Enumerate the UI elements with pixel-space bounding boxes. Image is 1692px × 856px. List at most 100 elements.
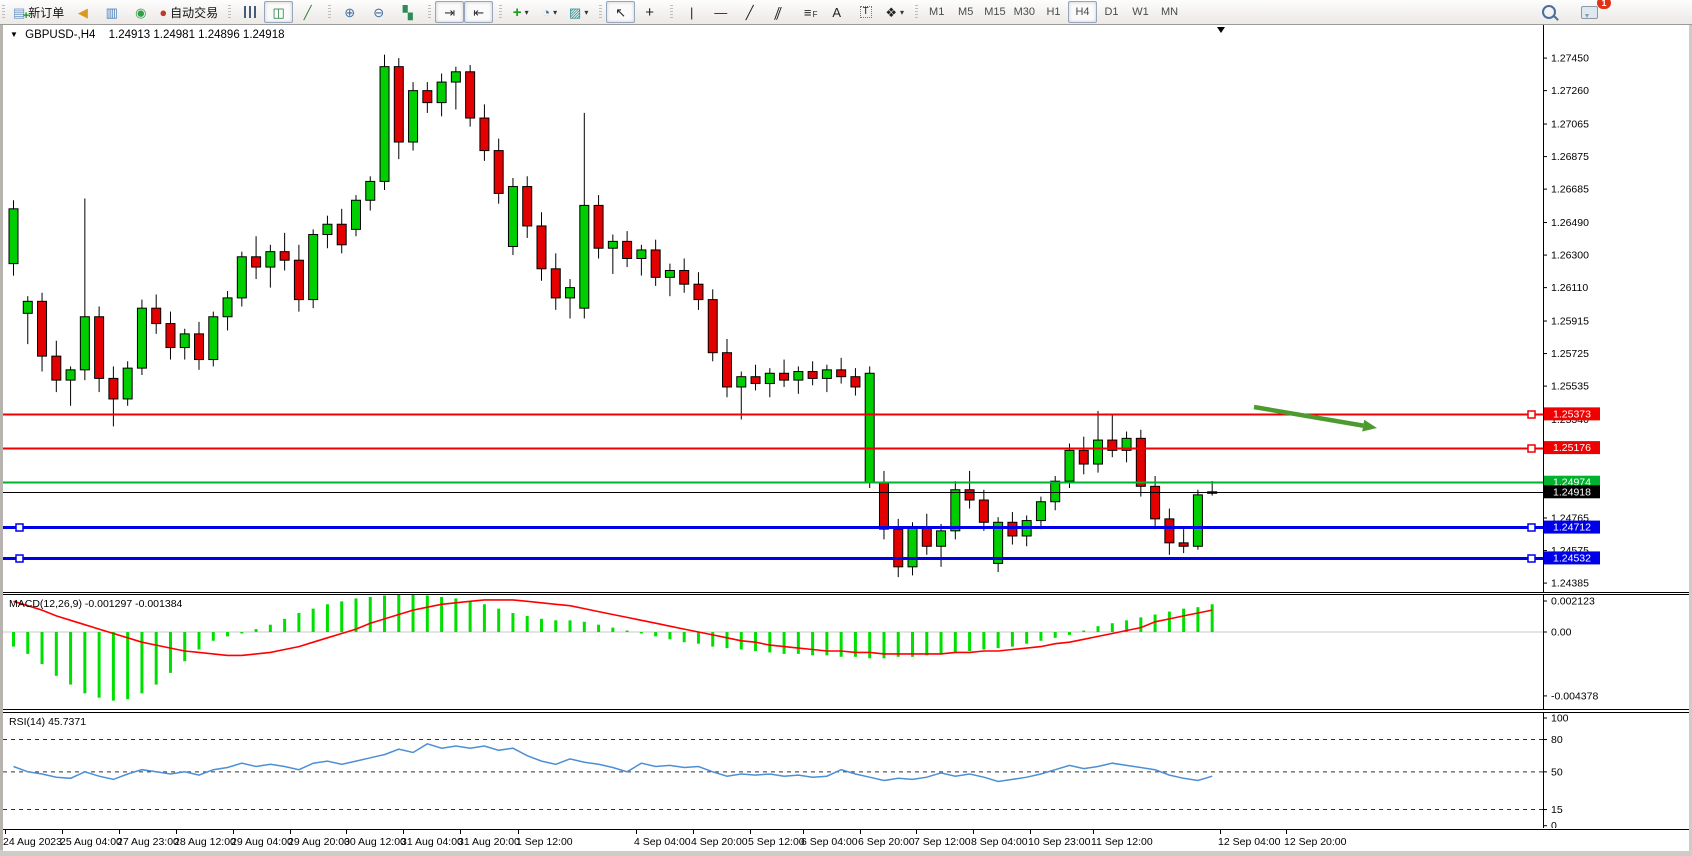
auto-trading-button[interactable]: ●自动交易	[155, 1, 222, 23]
text-label-button[interactable]: T	[851, 1, 880, 23]
periods-button[interactable]: ◔▾	[535, 1, 564, 23]
signal-icon: ◉	[135, 6, 146, 19]
text-button[interactable]: A	[822, 1, 851, 23]
price-axis: 1.274501.272601.270651.268751.266851.264…	[1543, 25, 1589, 592]
time-tick	[403, 830, 404, 834]
svg-text:1.24385: 1.24385	[1551, 578, 1589, 590]
new-order-button[interactable]: ▤新订单	[9, 1, 68, 23]
rsi-axis: 1008050150	[1543, 713, 1569, 828]
time-label: 29 Aug 04:00	[231, 836, 293, 848]
svg-text:0.00: 0.00	[1551, 627, 1572, 639]
channel-button[interactable]: ∥	[764, 1, 793, 23]
timeframe-d1-button[interactable]: D1	[1097, 1, 1126, 23]
svg-text:1.24532: 1.24532	[1553, 552, 1591, 564]
insert-group: +▾◔▾▨▾	[497, 0, 597, 24]
auto-scroll-button[interactable]: ⇥	[435, 1, 464, 23]
bar-chart-button[interactable]	[235, 1, 264, 23]
crosshair-button[interactable]: +	[635, 1, 664, 23]
chevron-down-icon[interactable]: ▾	[525, 8, 529, 17]
support-line-blue-1-handle[interactable]	[1528, 524, 1535, 531]
horizontal-lines-layer	[3, 411, 1543, 562]
time-axis[interactable]: 24 Aug 202325 Aug 04:0027 Aug 23:0028 Au…	[3, 829, 1689, 851]
vertical-line-button[interactable]: |	[677, 1, 706, 23]
macd-label: MACD(12,26,9) -0.001297 -0.001384	[9, 598, 182, 610]
chart-shift-marker-icon[interactable]	[1217, 27, 1225, 33]
timeframe-m1-button[interactable]: M1	[922, 1, 951, 23]
timeframe-h4-button[interactable]: H4	[1068, 1, 1097, 23]
time-tick	[518, 830, 519, 834]
market-watch-button[interactable]: ▥	[97, 1, 126, 23]
support-line-blue-2-handle[interactable]	[16, 555, 23, 562]
chart-shift-button[interactable]: ⇤	[464, 1, 493, 23]
zoom-out-button[interactable]: ⊖	[364, 1, 393, 23]
time-label: 31 Aug 20:00	[458, 836, 520, 848]
vertical-line-icon: |	[690, 6, 693, 19]
price-chart-canvas[interactable]: 1.274501.272601.270651.268751.266851.264…	[3, 25, 1689, 592]
svg-text:1.24918: 1.24918	[1553, 486, 1591, 498]
fibonacci-button[interactable]: ≡	[793, 1, 822, 23]
horizontal-line-button[interactable]: —	[706, 1, 735, 23]
chevron-down-icon[interactable]: ▾	[553, 8, 557, 17]
symbol-period-label: GBPUSD-,H4	[25, 29, 95, 41]
time-tick	[346, 830, 347, 834]
time-tick	[750, 830, 751, 834]
search-button[interactable]	[1534, 1, 1563, 23]
timeframe-m30-button[interactable]: M30	[1010, 1, 1039, 23]
text-label-icon: T	[860, 6, 872, 18]
trendline-button[interactable]: ╱	[735, 1, 764, 23]
cursor-button[interactable]: ↖	[606, 1, 635, 23]
time-label: 12 Sep 04:00	[1218, 836, 1280, 848]
timeframe-mn-button[interactable]: MN	[1155, 1, 1184, 23]
time-tick	[233, 830, 234, 834]
timeframe-h1-button[interactable]: H1	[1039, 1, 1068, 23]
tile-windows-button[interactable]: ▚	[393, 1, 422, 23]
time-tick	[5, 830, 6, 834]
chat-button[interactable]: 1	[1575, 1, 1604, 23]
time-label: 24 Aug 2023	[3, 836, 62, 848]
signals-button[interactable]: ◉	[126, 1, 155, 23]
time-tick	[1220, 830, 1221, 834]
price-pane[interactable]: ▼ GBPUSD-,H4 1.24913 1.24981 1.24896 1.2…	[3, 25, 1689, 593]
macd-canvas[interactable]: 0.0021230.00-0.004378	[3, 595, 1689, 709]
timeframe-m15-button[interactable]: M15	[980, 1, 1009, 23]
time-tick	[119, 830, 120, 834]
horizontal-line-icon: —	[714, 6, 727, 19]
timeframe-m5-button[interactable]: M5	[951, 1, 980, 23]
line-chart-icon: ╱	[304, 6, 312, 19]
zoom-in-button[interactable]: ⊕	[335, 1, 364, 23]
candlestick-chart-button[interactable]: ◫	[264, 1, 293, 23]
time-tick	[460, 830, 461, 834]
support-line-blue-1-handle[interactable]	[16, 524, 23, 531]
collapse-triangle-icon[interactable]: ▼	[10, 30, 18, 39]
time-tick	[290, 830, 291, 834]
auto-trading-icon: ●	[159, 6, 167, 19]
rsi-canvas[interactable]: 1008050150	[3, 713, 1689, 828]
chevron-down-icon[interactable]: ▾	[584, 8, 588, 17]
line-chart-button[interactable]: ╱	[293, 1, 322, 23]
support-line-blue-2-price-label: 1.24532	[1544, 551, 1600, 564]
time-tick	[693, 830, 694, 834]
timeframe-h1-button-label: H1	[1046, 6, 1060, 18]
crosshair-icon: +	[645, 6, 654, 19]
chevron-down-icon[interactable]: ▾	[900, 8, 904, 17]
arrows-icon: ❖	[885, 6, 897, 19]
chat-badge: 1	[1597, 0, 1611, 9]
rsi-pane[interactable]: RSI(14) 45.7371 1008050150	[3, 712, 1689, 829]
arrows-button[interactable]: ❖▾	[880, 1, 909, 23]
svg-text:0: 0	[1551, 820, 1557, 828]
sound-button[interactable]: ◀	[68, 1, 97, 23]
resistance-line-2-handle[interactable]	[1528, 445, 1535, 452]
time-label: 7 Sep 12:00	[914, 836, 971, 848]
indicators-button[interactable]: +▾	[506, 1, 535, 23]
time-tick	[1093, 830, 1094, 834]
timeframe-m30-button-label: M30	[1014, 6, 1035, 18]
macd-pane[interactable]: MACD(12,26,9) -0.001297 -0.001384 0.0021…	[3, 594, 1689, 710]
horn-icon: ◀	[78, 6, 88, 19]
templates-button[interactable]: ▨▾	[564, 1, 593, 23]
timeframe-w1-button[interactable]: W1	[1126, 1, 1155, 23]
support-line-blue-2-handle[interactable]	[1528, 555, 1535, 562]
svg-text:1.25373: 1.25373	[1553, 408, 1591, 420]
resistance-line-1-handle[interactable]	[1528, 411, 1535, 418]
trend-arrow-annotation[interactable]	[1254, 407, 1377, 432]
fibonacci-icon: ≡	[804, 6, 812, 19]
